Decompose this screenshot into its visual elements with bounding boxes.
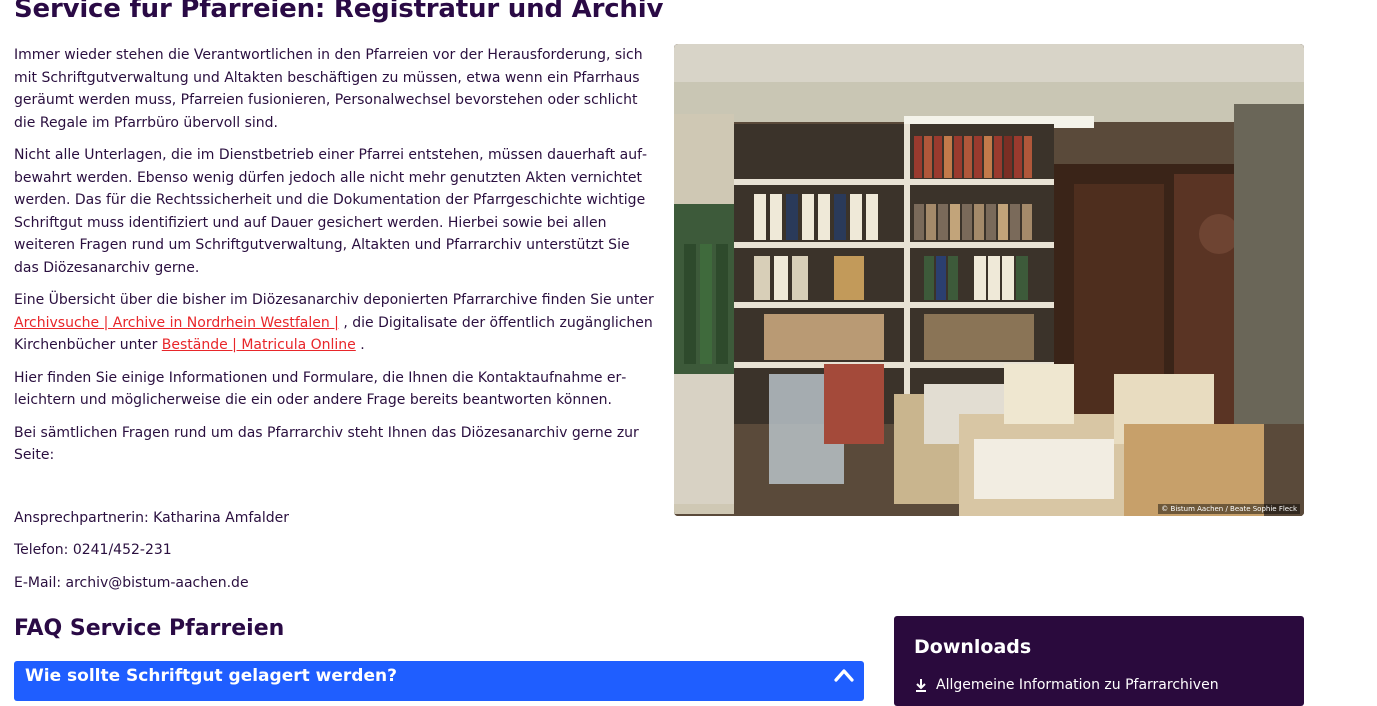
page-title: Service für Pfarreien: Registratur und A… (14, 0, 664, 24)
chevron-up-icon[interactable] (834, 667, 854, 686)
archive-photo-illustration (674, 44, 1304, 516)
intro-p3-text-start: Eine Übersicht über die bisher im Diözes… (14, 292, 654, 308)
faq-accordion-item[interactable]: Wie sollte Schriftgut gelagert werden? (14, 661, 864, 701)
intro-p3-text-end: . (355, 337, 365, 353)
archivsuche-link[interactable]: Archivsuche | Archive in Nordrhein Westf… (14, 315, 339, 331)
contact-email: E-Mail: archiv@bistum-aachen.de (14, 575, 249, 591)
photo-credit: © Bistum Aachen / Beate Sophie Fleck (1158, 504, 1300, 514)
downloads-title: Downloads (914, 636, 1032, 658)
intro-paragraph-4: Hier finden Sie einige Informationen und… (14, 369, 627, 409)
intro-text: Immer wieder stehen die Verantwortlichen… (14, 44, 654, 477)
downloads-box: Downloads Allgemeine Information zu Pfar… (894, 616, 1304, 706)
faq-question: Wie sollte Schriftgut gelagert werden? (25, 666, 397, 686)
contact-person: Ansprechpartnerin: Katharina Amfalder (14, 510, 290, 526)
intro-paragraph-3: Eine Übersicht über die bisher im Diözes… (14, 289, 654, 357)
intro-paragraph-5: Bei sämtlichen Fragen rund um das Pfarra… (14, 424, 639, 464)
archive-room-photo: © Bistum Aachen / Beate Sophie Fleck (674, 44, 1304, 516)
faq-title: FAQ Service Pfarreien (14, 616, 285, 641)
intro-paragraph-2: Nicht alle Unterlagen, die im Dienstbetr… (14, 147, 648, 276)
download-link[interactable]: Allgemeine Information zu Pfarrarchiven (914, 677, 1219, 693)
matricula-link[interactable]: Bestände | Matricula Online (162, 337, 356, 353)
download-icon (916, 679, 926, 692)
download-label: Allgemeine Information zu Pfarrarchiven (936, 677, 1219, 693)
intro-paragraph-1: Immer wieder stehen die Verantwortlichen… (14, 47, 643, 131)
contact-phone: Telefon: 0241/452-231 (14, 542, 172, 558)
